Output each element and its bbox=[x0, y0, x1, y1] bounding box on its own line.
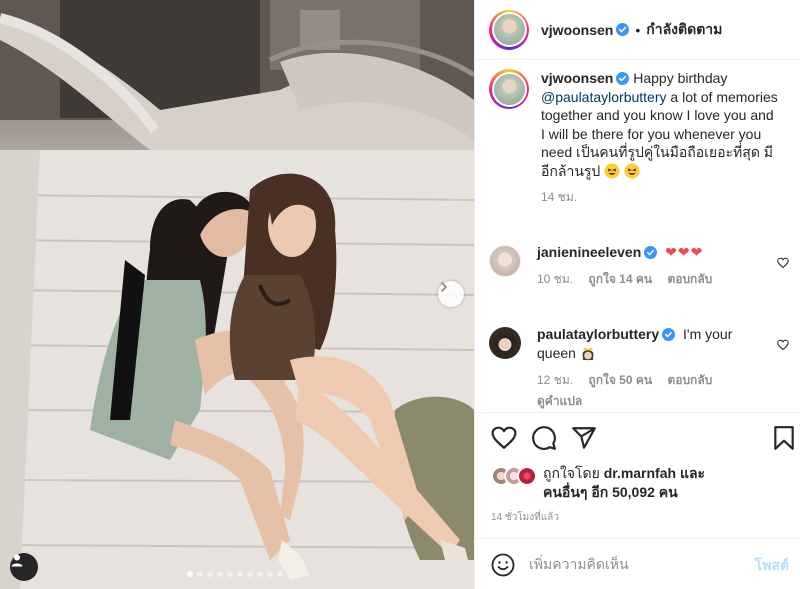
carousel-dot bbox=[207, 571, 213, 577]
comment-time[interactable]: 10 ชม. bbox=[537, 272, 573, 286]
liker-avatars bbox=[491, 464, 539, 488]
comment-like-heart-icon[interactable] bbox=[777, 257, 789, 269]
smile-icon[interactable] bbox=[491, 553, 515, 577]
post-photo-illustration bbox=[0, 0, 474, 589]
caption-username[interactable]: vjwoonsen bbox=[541, 70, 613, 86]
caption-author-avatar[interactable] bbox=[489, 69, 529, 109]
carousel-dot bbox=[267, 571, 273, 577]
caption: vjwoonsen Happy birthday @paulataylorbut… bbox=[489, 69, 789, 207]
comment-reply-button[interactable]: ตอบกลับ bbox=[667, 272, 712, 286]
carousel-dot bbox=[217, 571, 223, 577]
following-button[interactable]: กำลังติดตาม bbox=[646, 19, 722, 41]
comment-icon[interactable] bbox=[531, 425, 557, 451]
carousel-dot bbox=[187, 571, 193, 577]
verified-badge-icon bbox=[616, 72, 630, 85]
caption-text-start: Happy birthday bbox=[633, 70, 728, 86]
carousel-dots bbox=[187, 571, 283, 577]
queen-emoji-icon bbox=[582, 347, 594, 361]
likes-prefix: ถูกใจโดย bbox=[543, 465, 600, 481]
laughing-emoji-icon bbox=[624, 163, 640, 178]
post-comment-button[interactable]: โพสต์ bbox=[755, 555, 789, 577]
comment-avatar[interactable] bbox=[489, 327, 521, 359]
author-avatar[interactable] bbox=[489, 9, 529, 50]
verified-badge-icon bbox=[644, 246, 658, 259]
comment-likes[interactable]: ถูกใจ 14 คน bbox=[588, 272, 652, 286]
comments-list[interactable]: vjwoonsen Happy birthday @paulataylorbut… bbox=[475, 61, 800, 411]
caption-time[interactable]: 14 ชม. bbox=[541, 190, 577, 204]
likes-others[interactable]: คนอื่นๆ อีก 50,092 คน bbox=[543, 484, 678, 500]
verified-badge-icon bbox=[616, 23, 630, 36]
heart-icon[interactable] bbox=[491, 425, 517, 451]
post-actions bbox=[475, 412, 800, 462]
verified-badge-icon bbox=[662, 328, 676, 341]
comment-item: janienineeleven ❤❤❤ 10 ชม. ถูกใจ 14 คน ต… bbox=[489, 243, 795, 289]
post-header: vjwoonsen • กำลังติดตาม bbox=[475, 0, 800, 60]
user-tag-icon bbox=[11, 554, 23, 567]
bookmark-icon[interactable] bbox=[771, 425, 797, 451]
share-icon[interactable] bbox=[571, 425, 597, 451]
likes-summary[interactable]: ถูกใจโดย dr.marnfah และ คนอื่นๆ อีก 50,0… bbox=[491, 464, 791, 502]
carousel-dot bbox=[227, 571, 233, 577]
likes-connector: และ bbox=[679, 465, 706, 481]
post-photo[interactable] bbox=[0, 0, 474, 589]
comment-reply-button[interactable]: ตอบกลับ bbox=[667, 373, 712, 387]
liker-username[interactable]: dr.marnfah bbox=[604, 465, 676, 481]
author-username[interactable]: vjwoonsen bbox=[541, 22, 613, 38]
header-separator: • bbox=[635, 21, 641, 38]
carousel-dot bbox=[247, 571, 253, 577]
carousel-dot bbox=[257, 571, 263, 577]
comment-likes[interactable]: ถูกใจ 50 คน bbox=[588, 373, 652, 387]
comment-avatar[interactable] bbox=[489, 245, 521, 277]
carousel-dot bbox=[237, 571, 243, 577]
comment-username[interactable]: paulataylorbuttery bbox=[537, 326, 659, 342]
post-side-panel: vjwoonsen • กำลังติดตาม vjwoonsen Happy … bbox=[474, 0, 800, 589]
comment-text: ❤❤❤ bbox=[665, 244, 704, 260]
carousel-dot bbox=[197, 571, 203, 577]
translate-link[interactable]: ดูคำแปล bbox=[537, 394, 582, 408]
post-time[interactable]: 14 ชั่วโมงที่แล้ว bbox=[491, 510, 559, 525]
comment-time[interactable]: 12 ชม. bbox=[537, 373, 573, 387]
carousel-dot bbox=[277, 571, 283, 577]
comment-item: paulataylorbuttery I'm your queen 12 ชม.… bbox=[489, 325, 795, 411]
user-tag-button[interactable] bbox=[10, 553, 38, 581]
comment-input[interactable] bbox=[529, 553, 739, 575]
chevron-right-icon bbox=[441, 282, 447, 292]
next-slide-button[interactable] bbox=[438, 281, 464, 307]
add-comment-bar: โพสต์ bbox=[475, 538, 800, 589]
caption-mention-link[interactable]: @paulataylorbuttery bbox=[541, 89, 667, 105]
comment-like-heart-icon[interactable] bbox=[777, 339, 789, 351]
comment-username[interactable]: janienineeleven bbox=[537, 244, 641, 260]
laughing-emoji-icon bbox=[604, 163, 620, 178]
